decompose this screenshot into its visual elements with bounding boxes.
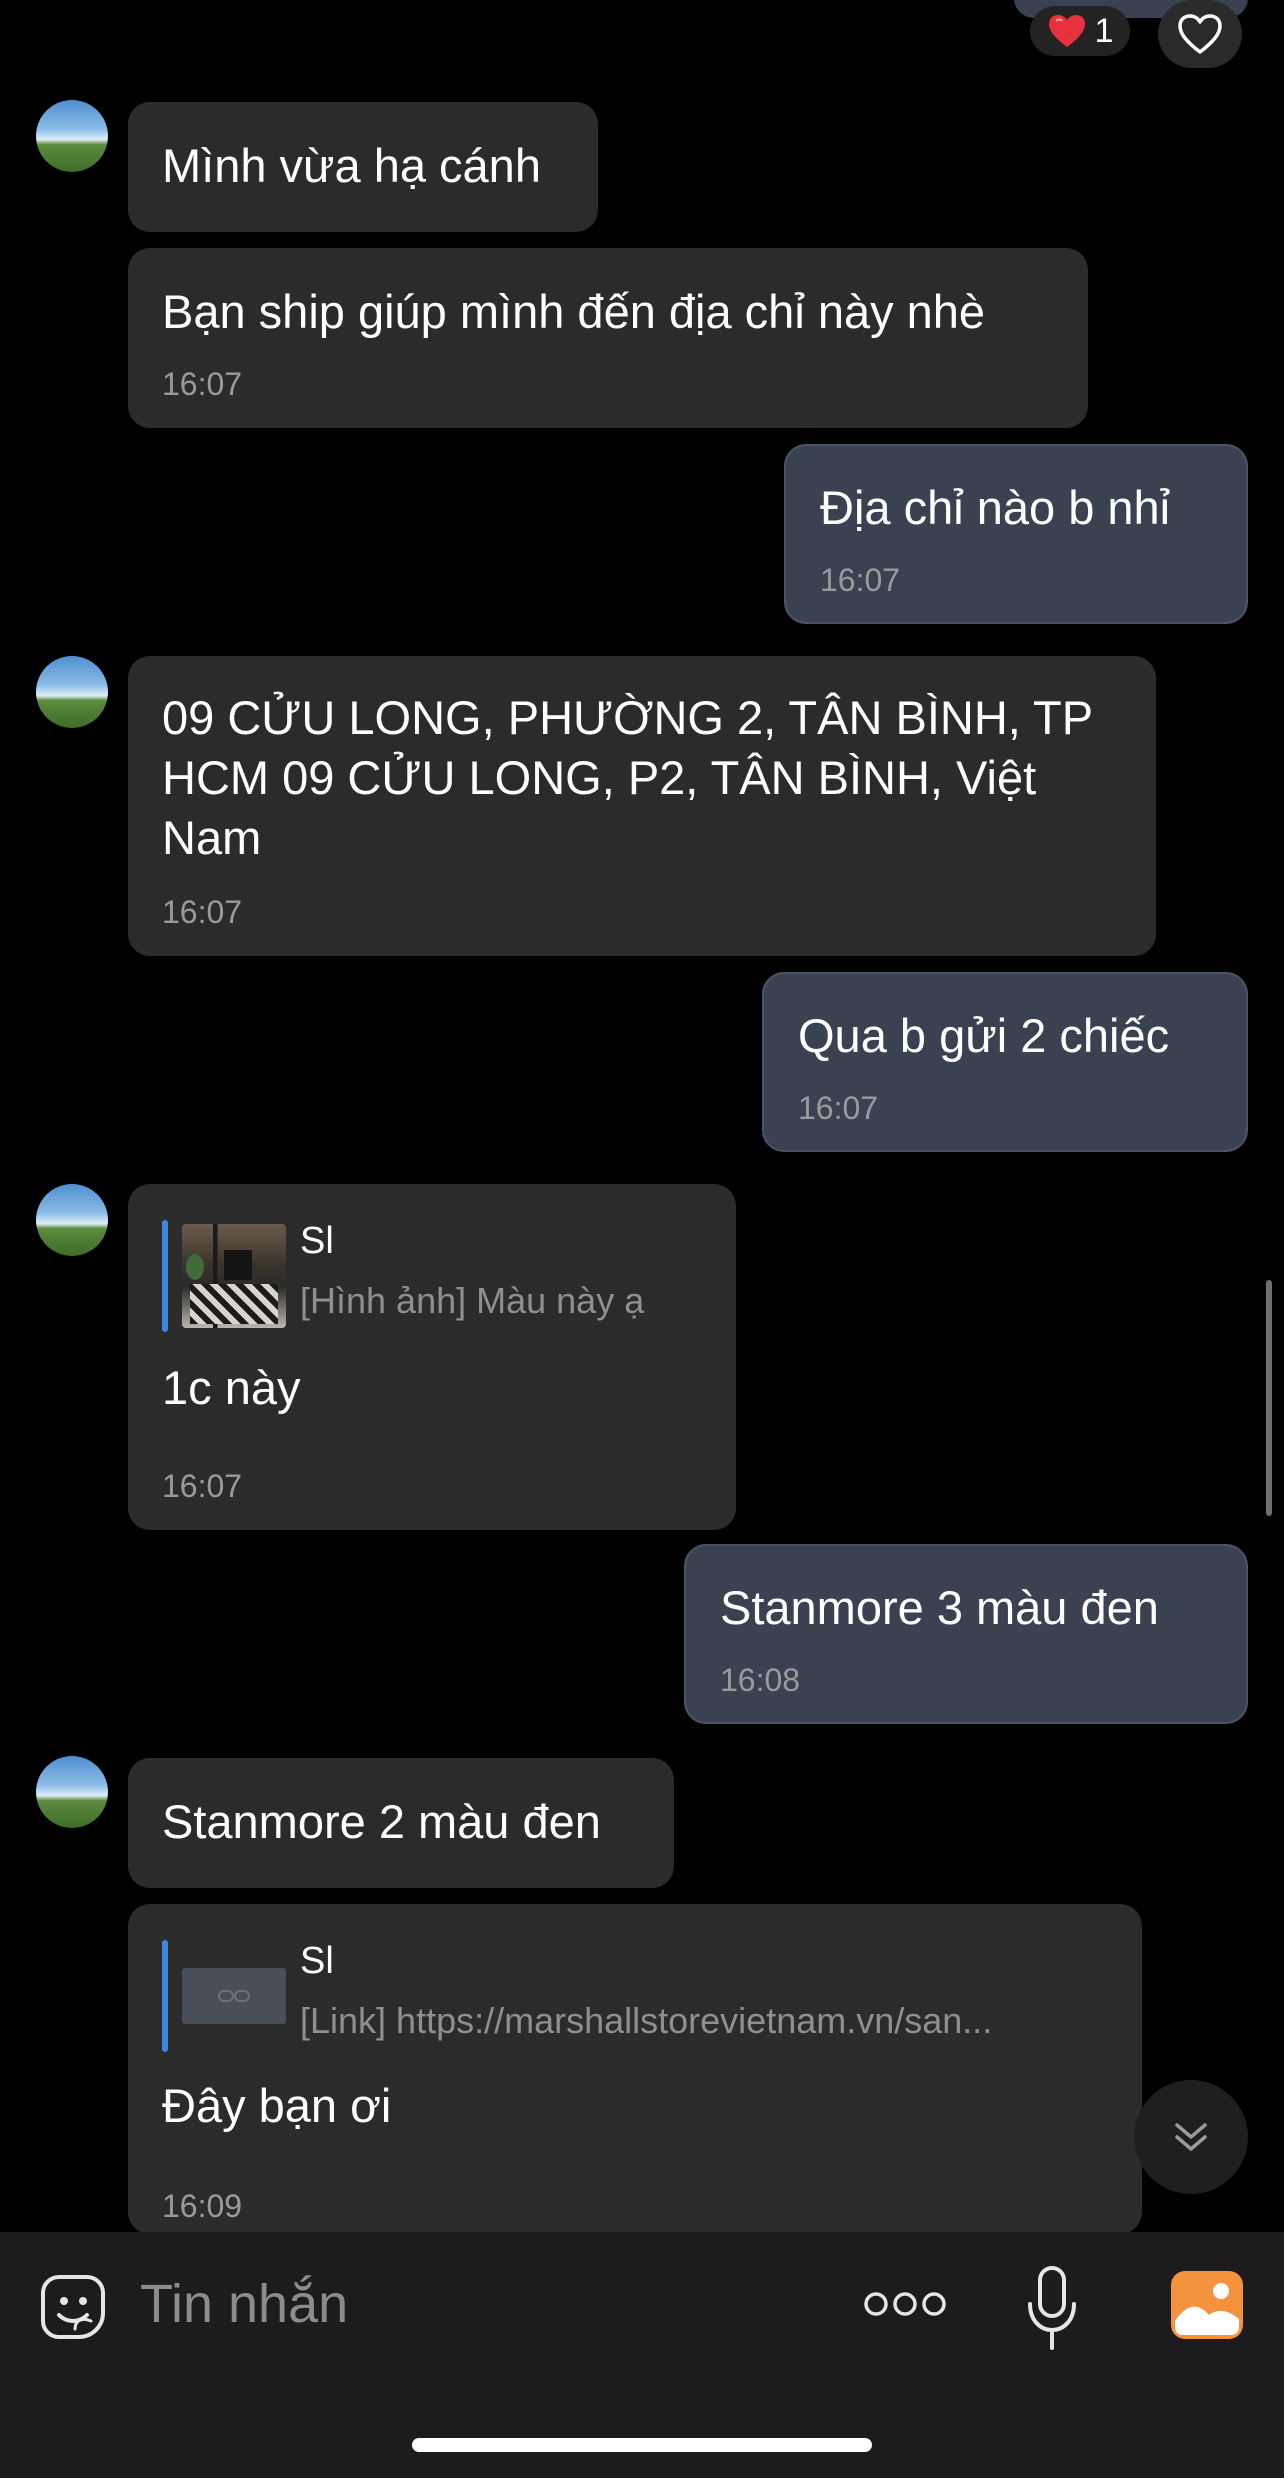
gallery-icon[interactable]	[1168, 2266, 1246, 2344]
link-icon	[218, 1990, 250, 2002]
incoming-message[interactable]: Bạn ship giúp mình đến địa chỉ này nhè 1…	[128, 248, 1088, 428]
message-text: Bạn ship giúp mình đến địa chỉ này nhè	[162, 285, 986, 338]
message-time: 16:09	[162, 2188, 243, 2224]
message-text-line: Nam	[162, 811, 262, 864]
microphone-icon[interactable]	[1020, 2262, 1084, 2354]
home-indicator[interactable]	[412, 2438, 872, 2452]
message-time: 16:07	[162, 894, 243, 930]
heart-outline-icon	[1178, 14, 1222, 54]
quote-link-preview[interactable]: [Link] https://marshallstorevietnam.vn/s…	[300, 2000, 1100, 2042]
sticker-icon[interactable]	[34, 2268, 112, 2346]
incoming-message[interactable]: Mình vừa hạ cánh	[128, 102, 598, 232]
incoming-message[interactable]: Sl [Link] https://marshallstorevietnam.v…	[128, 1904, 1142, 2234]
message-text-line: 09 CỬU LONG, PHƯỜNG 2, TÂN BÌNH, TP	[162, 691, 1094, 744]
more-icon[interactable]	[862, 2284, 948, 2324]
message-time: 16:07	[162, 366, 243, 402]
outgoing-message[interactable]: Địa chỉ nào b nhỉ 16:07	[784, 444, 1248, 624]
message-text: Qua b gửi 2 chiếc	[798, 1009, 1170, 1062]
like-button[interactable]	[1158, 0, 1242, 68]
message-time: 16:07	[820, 562, 901, 598]
double-chevron-down-icon	[1175, 2123, 1207, 2151]
quote-sender-name: Sl	[300, 1940, 334, 1982]
message-text: Stanmore 2 màu đen	[162, 1795, 601, 1848]
message-text: Đây bạn ơi	[162, 2079, 392, 2132]
outgoing-message[interactable]: Qua b gửi 2 chiếc 16:07	[762, 972, 1248, 1152]
quote-accent-bar	[162, 1220, 168, 1332]
message-text: Mình vừa hạ cánh	[162, 139, 541, 192]
message-time: 16:08	[720, 1662, 801, 1698]
quote-preview: [Hình ảnh] Màu này ạ	[300, 1280, 645, 1321]
outgoing-message[interactable]: Stanmore 3 màu đen 16:08	[684, 1544, 1248, 1724]
scrollbar[interactable]	[1266, 1280, 1272, 1516]
quoted-message[interactable]: Sl [Hình ảnh] Màu này ạ	[162, 1220, 722, 1332]
message-text: Địa chỉ nào b nhỉ	[820, 481, 1171, 534]
quoted-message[interactable]: Sl [Link] https://marshallstorevietnam.v…	[162, 1940, 1122, 2052]
reaction-summary[interactable]: 1	[1030, 6, 1130, 56]
message-time: 16:07	[798, 1090, 879, 1126]
quote-accent-bar	[162, 1940, 168, 2052]
message-text: Stanmore 3 màu đen	[720, 1581, 1159, 1634]
quoted-image-thumbnail	[182, 1224, 286, 1328]
reaction-count: 1	[1094, 11, 1114, 50]
quote-sender-name: Sl	[300, 1220, 334, 1262]
incoming-message[interactable]: Stanmore 2 màu đen	[128, 1758, 674, 1888]
avatar[interactable]	[36, 100, 108, 172]
avatar[interactable]	[36, 1184, 108, 1256]
message-time: 16:07	[162, 1468, 243, 1504]
incoming-message[interactable]: Sl [Hình ảnh] Màu này ạ 1c này 16:07	[128, 1184, 736, 1530]
message-text: 1c này	[162, 1361, 301, 1414]
scroll-to-bottom-button[interactable]	[1134, 2080, 1248, 2194]
message-text-line: HCM 09 CỬU LONG, P2, TÂN BÌNH, Việt	[162, 751, 1037, 804]
avatar[interactable]	[36, 1756, 108, 1828]
red-heart-icon	[1048, 15, 1085, 47]
link-thumbnail	[182, 1968, 286, 2024]
avatar[interactable]	[36, 656, 108, 728]
message-input[interactable]	[140, 2262, 820, 2346]
incoming-message[interactable]: 09 CỬU LONG, PHƯỜNG 2, TÂN BÌNH, TP HCM …	[128, 656, 1156, 956]
